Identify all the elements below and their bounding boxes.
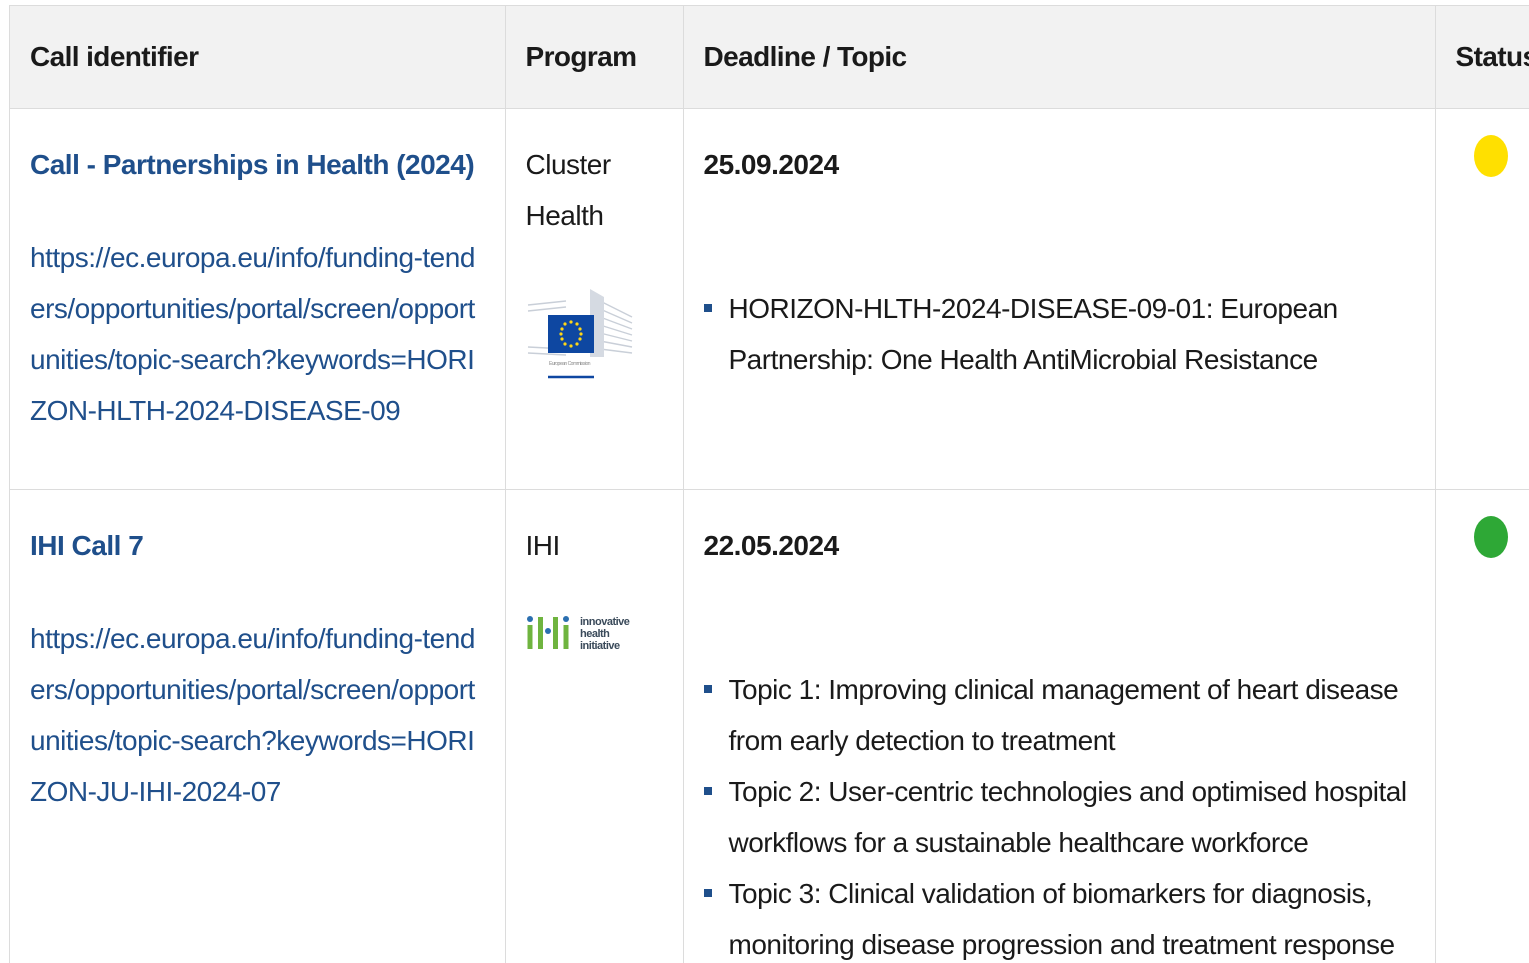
- table-header-row: Call identifier Program Deadline / Topic…: [10, 6, 1529, 109]
- ihi-logo-graphic: innovative health initiative: [526, 615, 630, 652]
- program-cell: Cluster Health European Commission: [505, 108, 684, 490]
- call-url-link[interactable]: https://ec.europa.eu/info/funding-tender…: [30, 613, 485, 817]
- eu-logo-text: European Commission: [549, 361, 591, 367]
- header-call-identifier[interactable]: Call identifier: [10, 6, 506, 109]
- european-commission-logo-graphic: European Commission: [527, 288, 632, 378]
- call-url-link[interactable]: https://ec.europa.eu/info/funding-tender…: [30, 232, 485, 436]
- header-status[interactable]: Status: [1435, 6, 1529, 109]
- ihi-logo-text-1: innovative: [580, 616, 630, 628]
- status-indicator-green: [1473, 515, 1508, 558]
- deadline-date: 22.05.2024: [703, 529, 840, 561]
- status-cell: [1435, 489, 1529, 963]
- call-identifier-cell: Call - Partnerships in Health (2024) htt…: [10, 108, 506, 490]
- call-identifier-cell: IHI Call 7 https://ec.europa.eu/info/fun…: [10, 489, 506, 963]
- european-commission-logo: European Commission: [526, 287, 634, 383]
- topic-item: HORIZON-HLTH-2024-DISEASE-09-01: Europea…: [703, 283, 1415, 385]
- deadline-date: 25.09.2024: [703, 148, 840, 180]
- call-title-link[interactable]: Call - Partnerships in Health (2024): [30, 139, 485, 190]
- calls-table-container: Call identifier Program Deadline / Topic…: [9, 5, 1529, 963]
- status-cell: [1435, 108, 1529, 490]
- program-name: Cluster Health: [525, 148, 612, 231]
- ihi-logo-text-2: health: [580, 628, 610, 640]
- table-row: Call - Partnerships in Health (2024) htt…: [10, 108, 1529, 490]
- topic-item: Topic 1: Improving clinical management o…: [703, 664, 1415, 766]
- program-name: IHI: [525, 529, 561, 561]
- status-indicator-yellow: [1473, 134, 1508, 177]
- topic-item: Topic 3: Clinical validation of biomarke…: [703, 868, 1415, 963]
- table-row: IHI Call 7 https://ec.europa.eu/info/fun…: [10, 489, 1529, 963]
- program-cell: IHI innovative health initiative: [505, 489, 684, 963]
- topic-list: HORIZON-HLTH-2024-DISEASE-09-01: Europea…: [703, 283, 1415, 385]
- topic-item: Topic 2: User-centric technologies and o…: [703, 766, 1415, 868]
- header-program[interactable]: Program: [505, 6, 684, 109]
- topic-list: Topic 1: Improving clinical management o…: [703, 664, 1415, 963]
- deadline-topic-cell: 25.09.2024 HORIZON-HLTH-2024-DISEASE-09-…: [683, 108, 1436, 490]
- header-deadline-topic[interactable]: Deadline / Topic: [683, 6, 1436, 109]
- call-title-link[interactable]: IHI Call 7: [30, 520, 485, 571]
- calls-table: Call identifier Program Deadline / Topic…: [10, 6, 1529, 963]
- ihi-logo-text-3: initiative: [580, 640, 620, 652]
- deadline-topic-cell: 22.05.2024 Topic 1: Improving clinical m…: [683, 489, 1436, 963]
- ihi-logo: innovative health initiative: [526, 613, 634, 657]
